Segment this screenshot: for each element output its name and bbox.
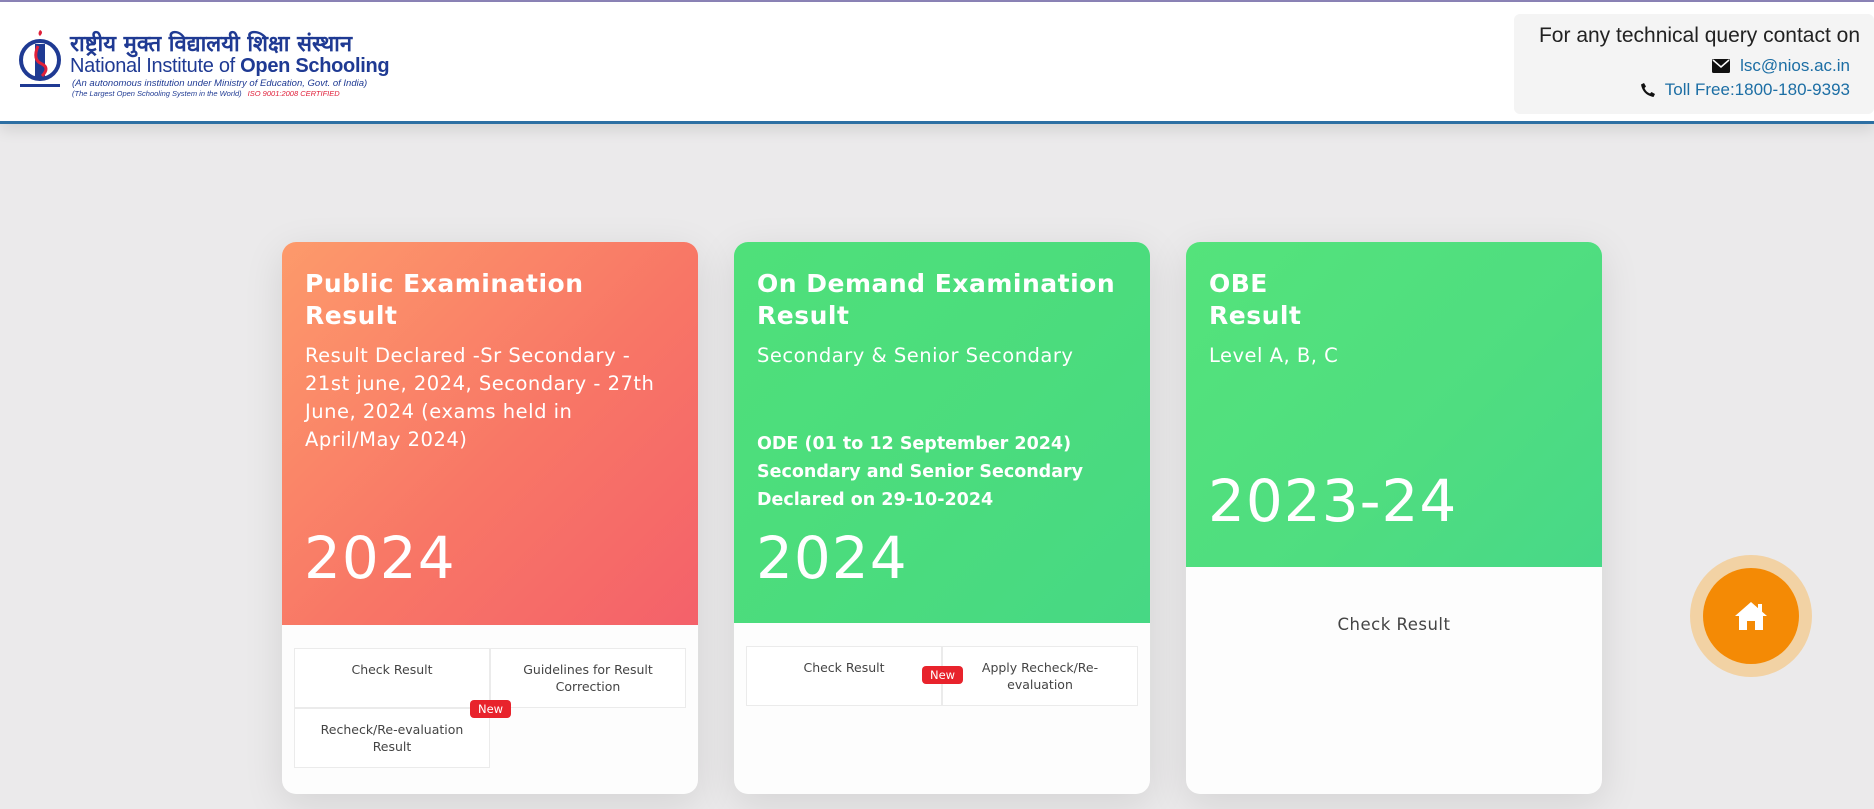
new-badge: New bbox=[922, 666, 964, 684]
card-header: On Demand Examination Result Secondary &… bbox=[734, 242, 1150, 623]
card-header: OBE Result Level A, B, C 2023-24 bbox=[1186, 242, 1602, 567]
card-year: 2024 bbox=[756, 524, 908, 592]
contact-box: For any technical query contact on lsc@n… bbox=[1514, 14, 1874, 114]
card-description: Result Declared -Sr Secondary - 21st jun… bbox=[305, 344, 655, 451]
logo-tagline: (The Largest Open Schooling System in th… bbox=[72, 89, 340, 98]
obe-result-card: OBE Result Level A, B, C 2023-24 Check Re… bbox=[1186, 242, 1602, 794]
check-result-button[interactable]: Check Result bbox=[294, 648, 490, 708]
card-description: Level A, B, C bbox=[1209, 344, 1339, 367]
nios-emblem-icon bbox=[19, 30, 61, 87]
email-link[interactable]: lsc@nios.ac.in bbox=[1740, 56, 1850, 76]
home-button-inner bbox=[1703, 568, 1799, 664]
guidelines-result-correction-button[interactable]: Guidelines for Result Correction bbox=[490, 648, 686, 708]
envelope-icon bbox=[1712, 59, 1731, 73]
card-title: On Demand Examination Result bbox=[757, 269, 1116, 330]
on-demand-exam-result-card: On Demand Examination Result Secondary &… bbox=[734, 242, 1150, 794]
phone-link[interactable]: Toll Free:1800-180-9393 bbox=[1665, 80, 1850, 100]
card-note: ODE (01 to 12 September 2024) Secondary … bbox=[757, 434, 1084, 510]
card-year: 2023-24 bbox=[1208, 467, 1458, 535]
contact-title: For any technical query contact on bbox=[1538, 24, 1860, 47]
check-result-button[interactable]: Check Result bbox=[746, 646, 942, 706]
home-icon bbox=[1735, 602, 1767, 630]
card-header: Public Examination Result Result Declare… bbox=[282, 242, 698, 625]
contact-email: lsc@nios.ac.in bbox=[1712, 56, 1850, 76]
contact-phone: Toll Free:1800-180-9393 bbox=[1640, 80, 1850, 100]
home-button[interactable] bbox=[1690, 555, 1812, 677]
card-description: Secondary & Senior Secondary bbox=[757, 344, 1074, 367]
apply-recheck-button[interactable]: Apply Recheck/Re-evaluation bbox=[942, 646, 1138, 706]
nios-logo[interactable]: राष्ट्रीय मुक्त विद्यालयी शिक्षा संस्थान… bbox=[18, 30, 398, 100]
new-badge: New bbox=[470, 700, 512, 718]
public-exam-result-card: Public Examination Result Result Declare… bbox=[282, 242, 698, 794]
logo-hindi-name: राष्ट्रीय मुक्त विद्यालयी शिक्षा संस्थान bbox=[70, 31, 353, 57]
logo-subtitle: (An autonomous institution under Ministr… bbox=[72, 78, 368, 89]
logo-english-name: National Institute of Open Schooling bbox=[70, 55, 390, 77]
phone-icon bbox=[1640, 83, 1655, 97]
recheck-reevaluation-result-button[interactable]: Recheck/Re-evaluation Result bbox=[294, 708, 490, 768]
card-title: Public Examination Result bbox=[305, 269, 584, 330]
check-result-link[interactable]: Check Result bbox=[1186, 615, 1602, 634]
card-title: OBE Result bbox=[1209, 269, 1302, 330]
card-year: 2024 bbox=[304, 524, 456, 592]
site-header: राष्ट्रीय मुक्त विद्यालयी शिक्षा संस्थान… bbox=[0, 2, 1874, 124]
